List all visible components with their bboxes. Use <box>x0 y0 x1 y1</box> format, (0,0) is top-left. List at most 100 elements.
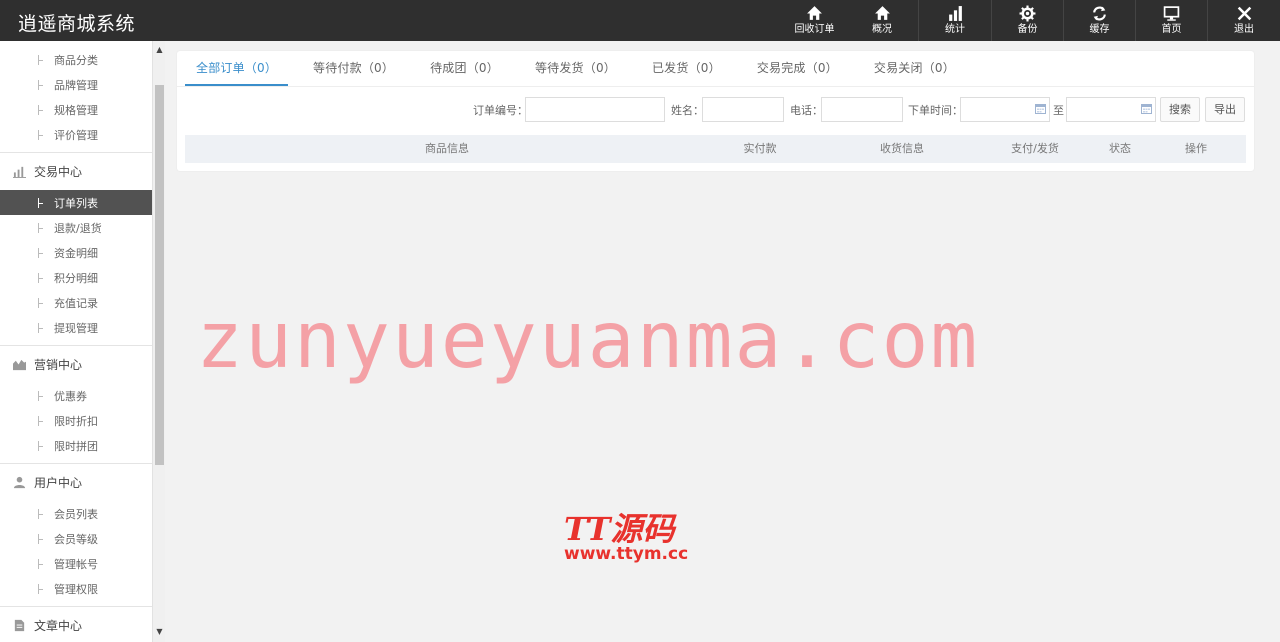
scroll-thumb[interactable] <box>155 85 164 465</box>
sidebar-group-label: 文章中心 <box>34 619 83 633</box>
refresh-icon <box>1093 6 1106 21</box>
bar-chart-icon <box>13 166 26 178</box>
app-title: 逍遥商城系统 <box>18 13 136 35</box>
sidebar-item-label: 充值记录 <box>54 296 98 310</box>
topnav-label: 缓存 <box>1089 24 1110 35</box>
sidebar-group-label: 营销中心 <box>34 358 83 372</box>
sidebar-item-brand[interactable]: 品牌管理 <box>0 72 152 97</box>
topnav-label: 统计 <box>945 24 965 35</box>
sidebar-item-discount[interactable]: 限时折扣 <box>0 408 152 433</box>
sidebar-group-article[interactable]: 文章中心 <box>0 606 152 642</box>
topnav-backup[interactable]: 备份 <box>991 0 1063 41</box>
tree-branch-icon <box>38 415 44 426</box>
tree-branch-icon <box>38 440 44 451</box>
tab-pending-group[interactable]: 待成团（0） <box>419 51 510 86</box>
tab-all-orders[interactable]: 全部订单（0） <box>185 51 289 86</box>
topnav-recycle-orders[interactable]: 回收订单 <box>783 0 846 41</box>
sidebar-item-spec[interactable]: 规格管理 <box>0 97 152 122</box>
topnav-home[interactable]: 首页 <box>1135 0 1207 41</box>
name-input[interactable] <box>702 97 784 122</box>
sidebar-group-trade[interactable]: 交易中心 <box>0 152 152 190</box>
tree-branch-icon <box>38 558 44 569</box>
sidebar-item-label: 会员列表 <box>54 507 98 521</box>
topnav-overview[interactable]: 概况 <box>846 0 918 41</box>
sidebar-item-label: 积分明细 <box>54 271 98 285</box>
sidebar-item-label: 会员等级 <box>54 532 98 546</box>
tree-branch-icon <box>38 54 44 65</box>
sidebar-item-coupon[interactable]: 优惠券 <box>0 383 152 408</box>
sidebar-group-user[interactable]: 用户中心 <box>0 463 152 501</box>
tree-branch-icon <box>38 322 44 333</box>
tree-branch-icon <box>38 247 44 258</box>
sidebar-item-recharge[interactable]: 充值记录 <box>0 290 152 315</box>
column-header-goods: 商品信息 <box>425 142 469 155</box>
watermark-logo: TT源码 www.ttym.cc <box>564 504 704 570</box>
sidebar-item-refund[interactable]: 退款/退货 <box>0 215 152 240</box>
sidebar-item-review[interactable]: 评价管理 <box>0 122 152 147</box>
tree-branch-icon <box>38 297 44 308</box>
topnav-stats[interactable]: 统计 <box>918 0 991 41</box>
tab-shipped[interactable]: 已发货（0） <box>641 51 732 86</box>
sidebar-item-label: 优惠券 <box>54 389 87 403</box>
tree-branch-icon <box>38 272 44 283</box>
column-header-paid: 实付款 <box>743 142 777 155</box>
tree-branch-icon <box>38 390 44 401</box>
scroll-down-arrow-icon[interactable]: ▼ <box>153 625 166 638</box>
sidebar-item-member-list[interactable]: 会员列表 <box>0 501 152 526</box>
phone-label: 电话： <box>790 103 823 117</box>
topnav-cache[interactable]: 缓存 <box>1063 0 1135 41</box>
topnav-label: 首页 <box>1161 24 1182 35</box>
tab-pending-payment[interactable]: 等待付款（0） <box>302 51 405 86</box>
sidebar-item-funds[interactable]: 资金明细 <box>0 240 152 265</box>
sidebar-item-label: 提现管理 <box>54 321 98 335</box>
order-no-input[interactable] <box>525 97 665 122</box>
tree-branch-icon <box>38 583 44 594</box>
column-header-pay-ship: 支付/发货 <box>1011 142 1059 155</box>
tree-branch-icon <box>38 222 44 233</box>
bar-chart-icon <box>948 6 962 21</box>
tab-closed[interactable]: 交易关闭（0） <box>863 51 966 86</box>
tree-branch-icon <box>38 79 44 90</box>
sidebar-item-label: 规格管理 <box>54 103 98 117</box>
phone-input[interactable] <box>821 97 903 122</box>
tab-completed[interactable]: 交易完成（0） <box>746 51 849 86</box>
order-table-header: 商品信息 实付款 收货信息 支付/发货 状态 操作 <box>185 135 1246 163</box>
sidebar-item-withdraw[interactable]: 提现管理 <box>0 315 152 340</box>
sidebar-item-goods-category[interactable]: 商品分类 <box>0 47 152 72</box>
sidebar-item-group-buy[interactable]: 限时拼团 <box>0 433 152 458</box>
topnav-label: 退出 <box>1234 24 1254 35</box>
gear-icon <box>1019 5 1036 22</box>
document-icon <box>14 619 25 632</box>
sidebar-item-label: 限时折扣 <box>54 414 98 428</box>
topnav-label: 概况 <box>872 24 892 35</box>
sidebar-item-label: 资金明细 <box>54 246 98 260</box>
sidebar-group-label: 用户中心 <box>34 476 83 490</box>
sidebar-item-admin-permission[interactable]: 管理权限 <box>0 576 152 601</box>
topnav-logout[interactable]: 退出 <box>1207 0 1280 41</box>
sidebar-scrollbar[interactable]: ▲ ▼ <box>152 41 165 642</box>
sidebar-group-label: 交易中心 <box>34 165 83 179</box>
sidebar-item-label: 退款/退货 <box>54 221 102 235</box>
sidebar-item-label: 评价管理 <box>54 128 98 142</box>
sidebar: 商品分类 品牌管理 规格管理 评价管理 交易中心 订单列表 退款/退货 资金明细… <box>0 41 152 642</box>
calendar-icon[interactable] <box>1035 103 1046 114</box>
scroll-up-arrow-icon[interactable]: ▲ <box>153 43 166 56</box>
topnav-label: 回收订单 <box>794 24 835 35</box>
sidebar-item-points[interactable]: 积分明细 <box>0 265 152 290</box>
sidebar-item-label: 品牌管理 <box>54 78 98 92</box>
tab-divider <box>177 86 1254 87</box>
search-button[interactable]: 搜索 <box>1160 97 1200 122</box>
tab-pending-shipment[interactable]: 等待发货（0） <box>524 51 627 86</box>
column-header-actions: 操作 <box>1185 142 1207 155</box>
sidebar-item-admin-account[interactable]: 管理帐号 <box>0 551 152 576</box>
sidebar-item-order-list[interactable]: 订单列表 <box>0 190 152 215</box>
watermark-logo-url: www.ttym.cc <box>564 544 689 564</box>
sidebar-item-member-level[interactable]: 会员等级 <box>0 526 152 551</box>
calendar-icon[interactable] <box>1141 103 1152 114</box>
export-button[interactable]: 导出 <box>1205 97 1245 122</box>
home-icon <box>807 6 822 20</box>
sidebar-item-label: 限时拼团 <box>54 439 98 453</box>
close-icon <box>1237 6 1251 21</box>
order-panel: 全部订单（0） 等待付款（0） 待成团（0） 等待发货（0） 已发货（0） 交易… <box>177 51 1254 171</box>
sidebar-group-marketing[interactable]: 营销中心 <box>0 345 152 383</box>
